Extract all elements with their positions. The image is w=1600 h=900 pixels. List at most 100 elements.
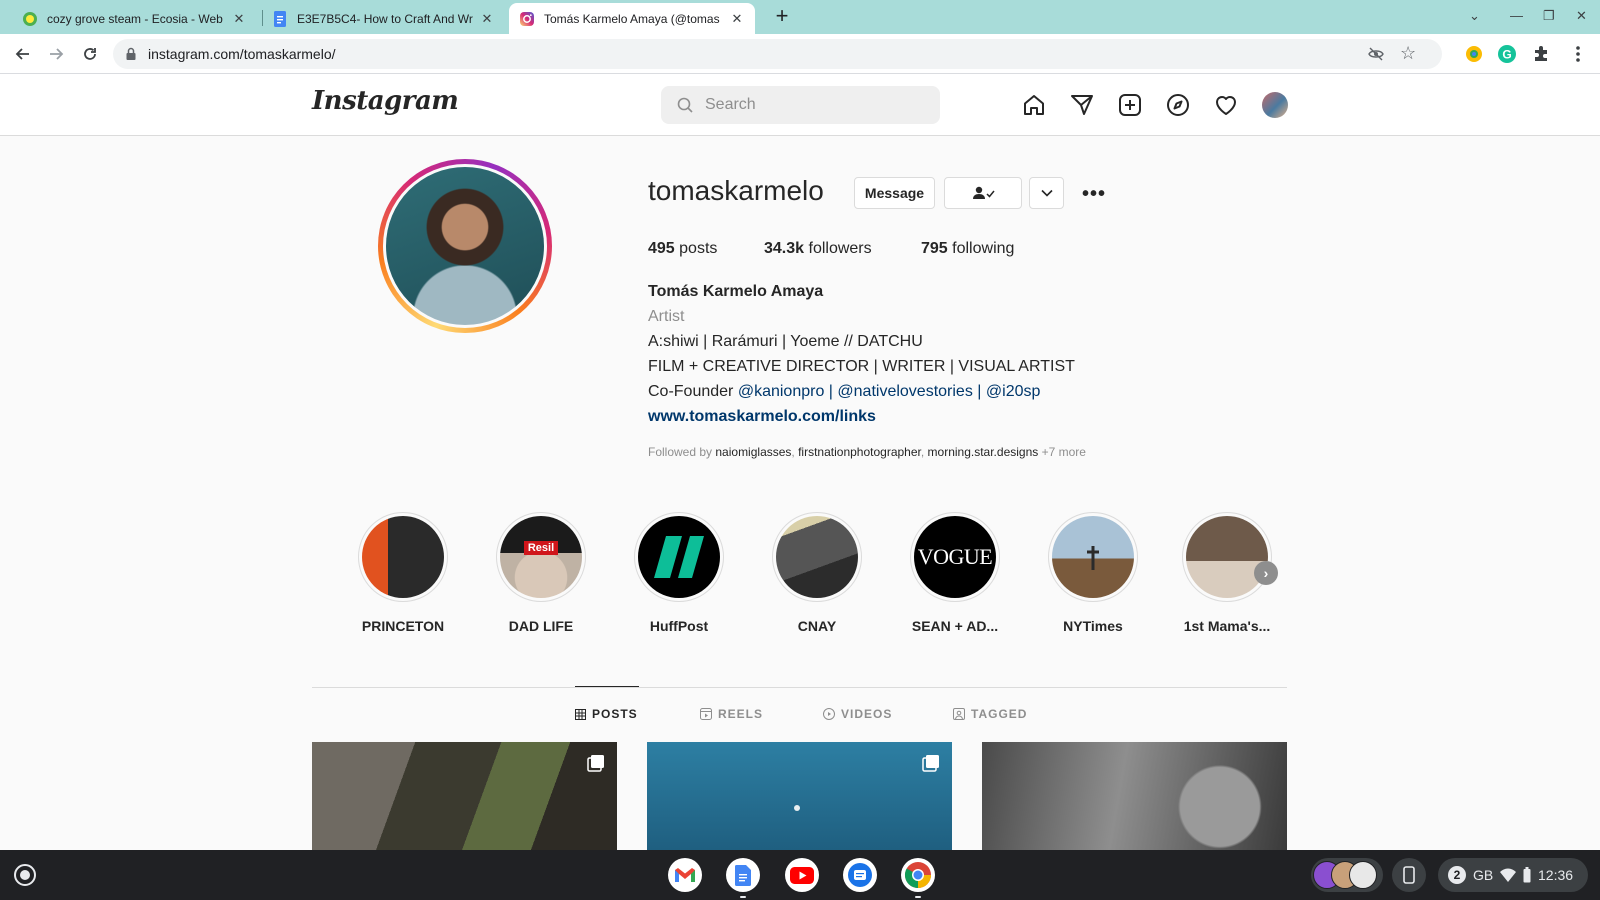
docs-icon bbox=[274, 10, 286, 27]
chrome-icon[interactable] bbox=[901, 858, 935, 892]
new-tab-button[interactable]: + bbox=[771, 5, 793, 28]
close-tab-icon[interactable]: ✕ bbox=[729, 11, 745, 27]
home-icon[interactable] bbox=[1021, 92, 1047, 118]
back-icon[interactable] bbox=[11, 42, 35, 66]
direct-icon[interactable] bbox=[1069, 92, 1095, 118]
highlight-item[interactable]: HuffPost bbox=[624, 512, 734, 634]
clock: 12:36 bbox=[1538, 867, 1574, 883]
followed-by-more: +7 more bbox=[1041, 445, 1086, 459]
tab-posts[interactable]: POSTS bbox=[575, 707, 638, 721]
instagram-icon bbox=[520, 11, 534, 26]
tab-title: E3E7B5C4- How to Craft And Wr bbox=[297, 11, 473, 26]
battery-icon bbox=[1523, 867, 1531, 883]
followers-stat[interactable]: 34.3k followers bbox=[764, 240, 872, 258]
reload-icon[interactable] bbox=[78, 42, 102, 66]
highlight-label: NYTimes bbox=[1063, 618, 1123, 634]
tab-tagged[interactable]: TAGGED bbox=[953, 707, 1027, 721]
follower-name: morning.star.designs bbox=[927, 445, 1039, 459]
grammarly-icon[interactable]: G bbox=[1495, 42, 1519, 66]
explore-icon[interactable] bbox=[1165, 92, 1191, 118]
notification-count: 2 bbox=[1448, 866, 1466, 884]
more-options-icon[interactable]: ••• bbox=[1082, 183, 1106, 206]
browser-tab-instagram[interactable]: Tomás Karmelo Amaya (@tomas ✕ bbox=[509, 3, 755, 34]
extension-color-icon[interactable] bbox=[1462, 42, 1486, 66]
close-tab-icon[interactable]: ✕ bbox=[231, 11, 247, 27]
phone-hub-icon[interactable] bbox=[1392, 858, 1426, 892]
highlight-label: CNAY bbox=[797, 618, 837, 634]
post-thumbnail[interactable] bbox=[647, 742, 952, 850]
highlight-item[interactable]: NYTimes bbox=[1038, 512, 1148, 634]
reels-icon bbox=[700, 708, 712, 720]
message-button[interactable]: Message bbox=[854, 177, 935, 209]
highlight-item[interactable]: PRINCETON bbox=[348, 512, 458, 634]
profile-category: Artist bbox=[648, 308, 685, 325]
browser-tab-ecosia[interactable]: cozy grove steam - Ecosia - Web ✕ bbox=[12, 3, 257, 34]
highlight-cover: VOGUE bbox=[914, 516, 996, 598]
post-thumbnail[interactable] bbox=[982, 742, 1287, 850]
restore-icon[interactable]: ❐ bbox=[1543, 8, 1555, 24]
highlight-item[interactable]: Resil DAD LIFE bbox=[486, 512, 596, 634]
website-link[interactable]: www.tomaskarmelo.com/links bbox=[648, 408, 876, 426]
tab-videos[interactable]: VIDEOS bbox=[823, 707, 892, 721]
following-stat[interactable]: 795 following bbox=[921, 240, 1014, 258]
activity-heart-icon[interactable] bbox=[1213, 92, 1239, 118]
bio-line: A:shiwi | Rarámuri | Yoeme // DATCHU bbox=[648, 333, 923, 350]
browser-toolbar: instagram.com/tomaskarmelo/ ☆ G bbox=[0, 34, 1600, 74]
close-tab-icon[interactable]: ✕ bbox=[479, 11, 495, 27]
bookmark-star-icon[interactable]: ☆ bbox=[1400, 43, 1416, 64]
launcher-icon[interactable] bbox=[14, 864, 36, 886]
follower-name: naiomiglasses bbox=[715, 445, 792, 459]
mention-link[interactable]: @i20sp bbox=[986, 383, 1041, 400]
search-box[interactable] bbox=[661, 86, 940, 124]
instagram-logo[interactable]: Instagram bbox=[312, 86, 459, 116]
followers-label: followers bbox=[808, 240, 872, 257]
highlight-label: 1st Mama's... bbox=[1183, 618, 1271, 634]
status-tray[interactable]: 2 GB 12:36 bbox=[1438, 858, 1588, 892]
address-bar[interactable]: instagram.com/tomaskarmelo/ ☆ bbox=[113, 39, 1442, 69]
highlight-cover bbox=[1186, 516, 1268, 598]
mention-link[interactable]: @nativelovestories bbox=[837, 383, 972, 400]
bio-line: Co-Founder @kanionpro | @nativelovestori… bbox=[648, 383, 1040, 401]
post-thumbnail[interactable] bbox=[312, 742, 617, 850]
followed-by[interactable]: Followed by naiomiglasses, firstnationph… bbox=[648, 445, 1086, 459]
minimize-icon[interactable]: — bbox=[1510, 8, 1523, 23]
browser-tab-docs[interactable]: E3E7B5C4- How to Craft And Wr ✕ bbox=[262, 3, 505, 34]
gmail-icon[interactable] bbox=[668, 858, 702, 892]
holding-space[interactable] bbox=[1311, 858, 1383, 892]
highlight-item[interactable]: VOGUE SEAN + AD... bbox=[900, 512, 1010, 634]
following-button[interactable] bbox=[944, 177, 1022, 209]
mention-link[interactable]: @kanionpro bbox=[738, 383, 825, 400]
highlight-cover bbox=[1052, 516, 1134, 598]
profile-avatar[interactable] bbox=[1262, 92, 1288, 118]
tab-title: cozy grove steam - Ecosia - Web bbox=[47, 11, 223, 26]
browser-menu-icon[interactable] bbox=[1566, 42, 1590, 66]
highlight-cover: Resil bbox=[500, 516, 582, 598]
search-icon bbox=[677, 97, 693, 113]
tabs-divider bbox=[312, 687, 1287, 688]
highlight-item[interactable]: CNAY bbox=[762, 512, 872, 634]
highlights-next-icon[interactable]: › bbox=[1254, 561, 1278, 585]
search-input[interactable] bbox=[705, 92, 925, 118]
new-post-icon[interactable] bbox=[1117, 92, 1143, 118]
network-label: GB bbox=[1473, 867, 1494, 883]
person-check-icon bbox=[973, 186, 995, 199]
highlight-cover bbox=[638, 516, 720, 598]
docs-icon[interactable] bbox=[726, 858, 760, 892]
browser-tab-strip: cozy grove steam - Ecosia - Web ✕ E3E7B5… bbox=[0, 0, 1600, 34]
eye-off-icon[interactable] bbox=[1368, 46, 1384, 62]
tab-reels[interactable]: REELS bbox=[700, 707, 763, 721]
extensions-puzzle-icon[interactable] bbox=[1529, 42, 1553, 66]
grid-icon bbox=[575, 708, 586, 720]
bio-separator: | bbox=[977, 383, 982, 400]
profile-username: tomaskarmelo bbox=[648, 175, 824, 206]
messages-icon[interactable] bbox=[843, 858, 877, 892]
youtube-icon[interactable] bbox=[785, 858, 819, 892]
forward-icon[interactable] bbox=[44, 42, 68, 66]
followed-by-prefix: Followed by bbox=[648, 445, 713, 459]
profile-picture[interactable] bbox=[378, 159, 552, 333]
running-indicator bbox=[915, 896, 921, 898]
tab-search-icon[interactable]: ⌄ bbox=[1469, 8, 1480, 24]
suggested-dropdown-button[interactable] bbox=[1029, 177, 1064, 209]
lock-icon bbox=[126, 47, 136, 60]
close-window-icon[interactable]: ✕ bbox=[1576, 8, 1587, 24]
